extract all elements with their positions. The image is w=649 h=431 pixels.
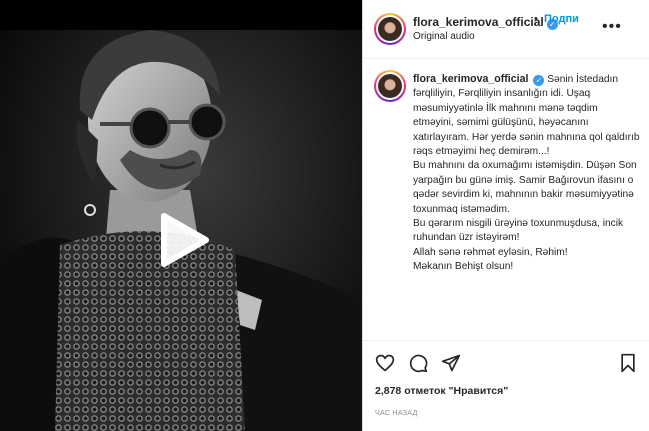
heart-icon[interactable] (375, 353, 395, 378)
avatar[interactable] (374, 13, 406, 45)
caption-avatar[interactable] (374, 70, 406, 102)
comment-icon[interactable] (408, 353, 428, 378)
bookmark-icon[interactable] (618, 353, 638, 378)
play-icon[interactable] (152, 210, 212, 270)
likes-count[interactable]: 2,878 отметок "Нравится" (375, 385, 508, 397)
post-side-panel: flora_kerimova_official ✓ • Подпи Origina… (362, 0, 649, 431)
verified-badge-icon: ✓ (533, 75, 545, 86)
post-actions: 2,878 отметок "Нравится" ЧАС НАЗАД (363, 340, 649, 431)
post-header: flora_kerimova_official ✓ • Подпи Origina… (363, 0, 649, 59)
caption-text: Sənin İstedadın fərqliliyin, Fərqliliyin… (413, 74, 640, 273)
post-caption: flora_kerimova_official ✓ Sənin İstedadın… (413, 72, 641, 275)
follow-button[interactable]: Подпи (544, 13, 579, 25)
post-video[interactable] (0, 0, 362, 431)
more-options-icon[interactable]: ••• (602, 18, 622, 36)
caption-username[interactable]: flora_kerimova_official (413, 73, 528, 85)
post-author-username[interactable]: flora_kerimova_official (413, 15, 544, 29)
separator-dot: • (534, 13, 538, 25)
audio-label[interactable]: Original audio (413, 31, 475, 42)
post-timestamp[interactable]: ЧАС НАЗАД (375, 408, 418, 417)
share-icon[interactable] (441, 353, 461, 378)
